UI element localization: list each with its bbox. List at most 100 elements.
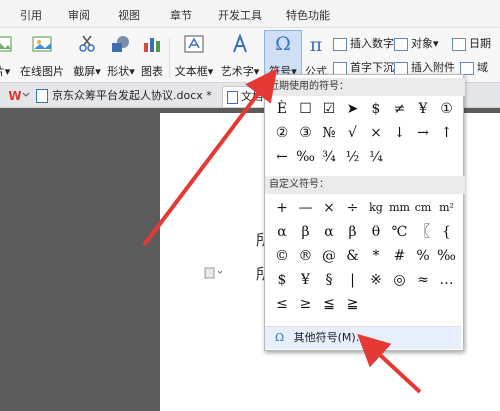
more-symbols-button[interactable]: Ω 其他符号(M)... bbox=[265, 326, 461, 349]
symbol-cell[interactable]: θ bbox=[365, 221, 387, 243]
chart-button[interactable]: 图表 bbox=[138, 32, 166, 78]
menu-bar: 引用 审阅 视图 章节 开发工具 特色功能 bbox=[0, 0, 500, 28]
wps-writer-icon[interactable]: W bbox=[8, 89, 22, 101]
symbol-cell[interactable]: ½ bbox=[342, 146, 364, 168]
screenshot-button[interactable]: 截屏▾ bbox=[68, 32, 106, 78]
symbol-cell[interactable]: mm bbox=[389, 197, 411, 219]
symbol-cell[interactable]: № bbox=[318, 122, 340, 144]
symbol-cell[interactable]: ¾ bbox=[318, 146, 340, 168]
shapes-icon bbox=[112, 36, 129, 52]
symbol-cell[interactable]: ☑ bbox=[318, 98, 340, 120]
symbol-cell[interactable]: ‰ bbox=[295, 146, 317, 168]
symbol-cell[interactable]: ◎ bbox=[389, 269, 411, 291]
object-button[interactable]: 对象▾ bbox=[394, 35, 439, 53]
symbol-cell[interactable]: ℃ bbox=[389, 221, 411, 243]
symbol-cell[interactable]: × bbox=[318, 197, 340, 219]
field-icon bbox=[460, 61, 474, 75]
symbol-cell[interactable]: kg bbox=[365, 197, 387, 219]
symbol-cell[interactable]: ÷ bbox=[342, 197, 364, 219]
chevron-down-icon[interactable] bbox=[22, 92, 30, 98]
symbol-cell[interactable]: → bbox=[412, 122, 434, 144]
paragraph-options-icon[interactable] bbox=[204, 267, 224, 279]
symbol-cell[interactable]: β bbox=[295, 221, 317, 243]
symbol-cell[interactable]: È bbox=[271, 98, 293, 120]
picture-button[interactable]: 片▾ bbox=[0, 32, 14, 78]
symbol-cell[interactable]: + bbox=[271, 197, 293, 219]
online-picture-button[interactable]: 在线图片 bbox=[18, 32, 66, 78]
symbol-cell[interactable]: ③ bbox=[295, 122, 317, 144]
formula-button[interactable]: π 公式 bbox=[302, 32, 330, 78]
menu-references[interactable]: 引用 bbox=[20, 7, 42, 23]
symbol-cell[interactable]: ¥ bbox=[295, 269, 317, 291]
symbol-cell[interactable]: & bbox=[342, 245, 364, 267]
symbol-cell[interactable]: ≤ bbox=[271, 293, 293, 315]
calendar-icon bbox=[452, 37, 466, 51]
doc-tab-jd-agreement[interactable]: 京东众筹平台发起人协议.docx * × bbox=[36, 86, 232, 106]
document-icon bbox=[227, 90, 238, 104]
symbol-cell[interactable]: α bbox=[318, 221, 340, 243]
menu-view[interactable]: 视图 bbox=[118, 7, 140, 23]
text-box-button[interactable]: 文本框▾ bbox=[172, 32, 216, 78]
omega-icon: Ω bbox=[275, 33, 291, 53]
symbol-cell[interactable]: α bbox=[271, 221, 293, 243]
symbol-cell[interactable]: m² bbox=[436, 197, 458, 219]
symbol-cell[interactable]: { bbox=[436, 221, 458, 243]
symbol-cell[interactable]: ≥ bbox=[295, 293, 317, 315]
menu-review[interactable]: 审阅 bbox=[68, 7, 90, 23]
symbol-cell[interactable]: ¼ bbox=[365, 146, 387, 168]
symbol-cell[interactable]: ➤ bbox=[342, 98, 364, 120]
word-art-icon bbox=[233, 34, 247, 53]
symbol-cell[interactable]: ≧ bbox=[342, 293, 364, 315]
omega-icon: Ω bbox=[275, 331, 285, 344]
symbol-cell[interactable]: — bbox=[295, 197, 317, 219]
online-picture-icon bbox=[32, 36, 52, 52]
recent-symbols-header: 近期使用的符号： bbox=[265, 78, 465, 96]
symbol-cell[interactable]: ② bbox=[271, 122, 293, 144]
symbol-cell[interactable]: ☐ bbox=[295, 98, 317, 120]
shapes-button[interactable]: 形状▾ bbox=[104, 32, 138, 78]
scissors-icon bbox=[79, 35, 95, 52]
menu-developer-tools[interactable]: 开发工具 bbox=[218, 7, 262, 23]
symbol-cell[interactable]: ↑ bbox=[436, 122, 458, 144]
symbol-cell[interactable]: ‰ bbox=[436, 245, 458, 267]
symbol-cell[interactable]: ≈ bbox=[412, 269, 434, 291]
symbol-cell[interactable]: ≦ bbox=[318, 293, 340, 315]
symbol-cell[interactable]: § bbox=[318, 269, 340, 291]
symbol-cell[interactable]: ※ bbox=[365, 269, 387, 291]
symbol-cell[interactable]: * bbox=[365, 245, 387, 267]
symbol-cell[interactable]: 〖 bbox=[412, 221, 434, 243]
custom-symbols-header: 自定义符号： bbox=[265, 176, 465, 194]
symbol-cell[interactable]: × bbox=[365, 122, 387, 144]
svg-text:π: π bbox=[310, 34, 323, 54]
symbol-cell[interactable]: # bbox=[389, 245, 411, 267]
text-box-icon bbox=[184, 35, 204, 53]
word-art-button[interactable]: 艺术字▾ bbox=[217, 32, 263, 78]
symbol-cell[interactable]: % bbox=[412, 245, 434, 267]
menu-chapter[interactable]: 章节 bbox=[170, 7, 192, 23]
symbol-cell[interactable]: … bbox=[436, 269, 458, 291]
symbol-cell[interactable]: β bbox=[342, 221, 364, 243]
symbol-cell[interactable]: © bbox=[271, 245, 293, 267]
insert-number-button[interactable]: 插入数字 bbox=[333, 35, 394, 53]
picture-icon bbox=[0, 36, 12, 52]
baidu-watermark: Baidu 经验 bbox=[423, 391, 490, 405]
symbol-cell[interactable]: $ bbox=[365, 98, 387, 120]
symbol-cell[interactable]: ① bbox=[436, 98, 458, 120]
field-button[interactable]: 域 bbox=[460, 59, 488, 77]
attachment-icon bbox=[394, 61, 408, 75]
menu-special-features[interactable]: 特色功能 bbox=[286, 7, 330, 23]
symbol-cell[interactable]: ® bbox=[295, 245, 317, 267]
svg-text:Ω: Ω bbox=[275, 33, 291, 53]
symbol-cell[interactable]: cm bbox=[412, 197, 434, 219]
symbol-cell[interactable]: ← bbox=[271, 146, 293, 168]
object-icon bbox=[394, 37, 408, 51]
symbol-cell[interactable]: @ bbox=[318, 245, 340, 267]
date-button[interactable]: 日期 bbox=[452, 35, 491, 53]
symbol-cell[interactable]: $ bbox=[271, 269, 293, 291]
symbol-cell[interactable]: √ bbox=[342, 122, 364, 144]
symbol-cell[interactable]: ↓ bbox=[389, 122, 411, 144]
symbol-cell[interactable]: ≠ bbox=[389, 98, 411, 120]
symbol-cell[interactable]: | bbox=[342, 269, 364, 291]
number-icon bbox=[333, 37, 347, 51]
symbol-cell[interactable]: ¥ bbox=[412, 98, 434, 120]
